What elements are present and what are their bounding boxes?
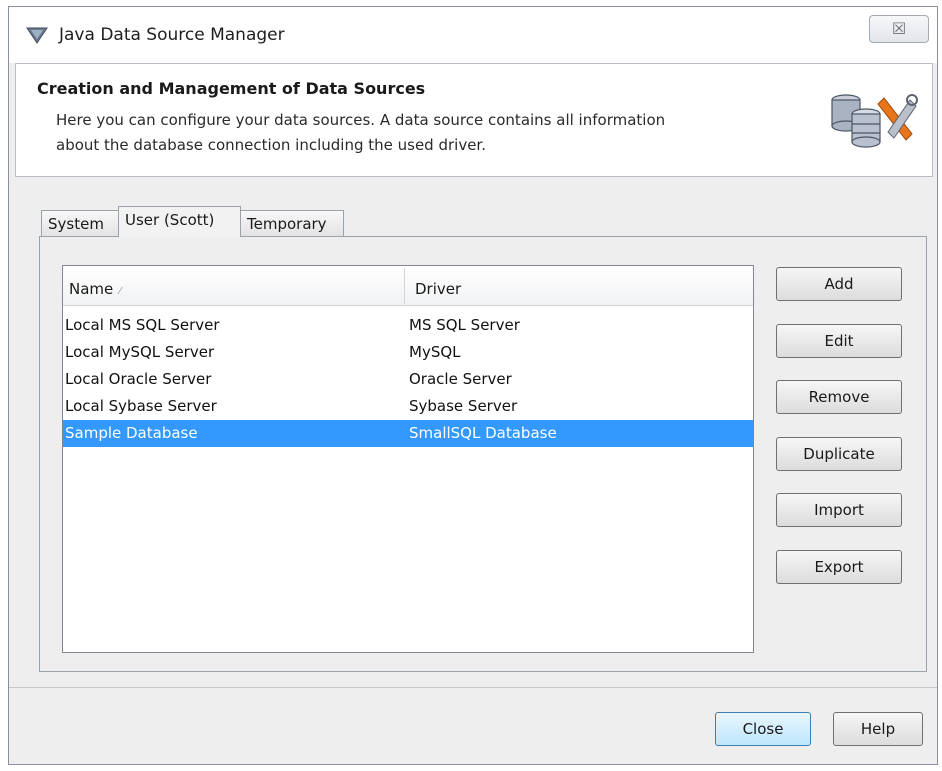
footer-divider (9, 687, 937, 688)
row-driver: Oracle Server (409, 370, 512, 388)
column-header-name-label: Name (69, 280, 114, 298)
row-driver: SmallSQL Database (409, 424, 557, 442)
table-row[interactable]: Local Sybase Server Sybase Server (63, 393, 753, 420)
window-title: Java Data Source Manager (59, 25, 285, 45)
row-driver: MS SQL Server (409, 316, 520, 334)
column-separator[interactable] (404, 268, 405, 304)
header-banner: Creation and Management of Data Sources … (15, 63, 933, 177)
column-header-name[interactable]: Name ⁄ (69, 266, 121, 305)
dialog-window: Java Data Source Manager ☒ Creation and … (8, 6, 938, 765)
table-row[interactable]: Local MS SQL Server MS SQL Server (63, 312, 753, 339)
database-tools-icon (831, 94, 918, 148)
table-row[interactable]: Local MySQL Server MySQL (63, 339, 753, 366)
banner-description-line2: about the database connection including … (56, 136, 486, 154)
banner-title: Creation and Management of Data Sources (37, 79, 426, 98)
row-name: Local MS SQL Server (65, 316, 220, 334)
table-row[interactable]: Local Oracle Server Oracle Server (63, 366, 753, 393)
import-button[interactable]: Import (776, 493, 902, 527)
table-row-selected[interactable]: Sample Database SmallSQL Database (63, 420, 753, 447)
row-name: Sample Database (65, 424, 198, 442)
java-cup-icon (26, 27, 48, 44)
title-bar: Java Data Source Manager ☒ (9, 7, 937, 63)
row-driver: MySQL (409, 343, 461, 361)
remove-button[interactable]: Remove (776, 380, 902, 414)
export-button[interactable]: Export (776, 550, 902, 584)
help-button[interactable]: Help (833, 712, 923, 746)
close-icon: ☒ (891, 19, 907, 38)
column-header-driver[interactable]: Driver (415, 266, 461, 305)
row-driver: Sybase Server (409, 397, 518, 415)
row-name: Local MySQL Server (65, 343, 215, 361)
row-name: Local Oracle Server (65, 370, 212, 388)
tab-user-scott[interactable]: User (Scott) (118, 206, 241, 237)
banner-description-line1: Here you can configure your data sources… (56, 111, 666, 129)
tab-temporary[interactable]: Temporary (240, 210, 344, 236)
close-window-button[interactable]: ☒ (869, 15, 929, 43)
row-name: Local Sybase Server (65, 397, 217, 415)
table-header: Name ⁄ Driver (63, 266, 753, 306)
add-button[interactable]: Add (776, 267, 902, 301)
tab-panel-user: Name ⁄ Driver Local MS SQL Server MS SQL … (39, 236, 927, 672)
duplicate-button[interactable]: Duplicate (776, 437, 902, 471)
data-source-table[interactable]: Name ⁄ Driver Local MS SQL Server MS SQL … (62, 265, 754, 653)
sort-ascending-icon: ⁄ (119, 286, 121, 297)
tab-system[interactable]: System (41, 210, 119, 236)
edit-button[interactable]: Edit (776, 324, 902, 358)
close-button[interactable]: Close (715, 712, 811, 746)
